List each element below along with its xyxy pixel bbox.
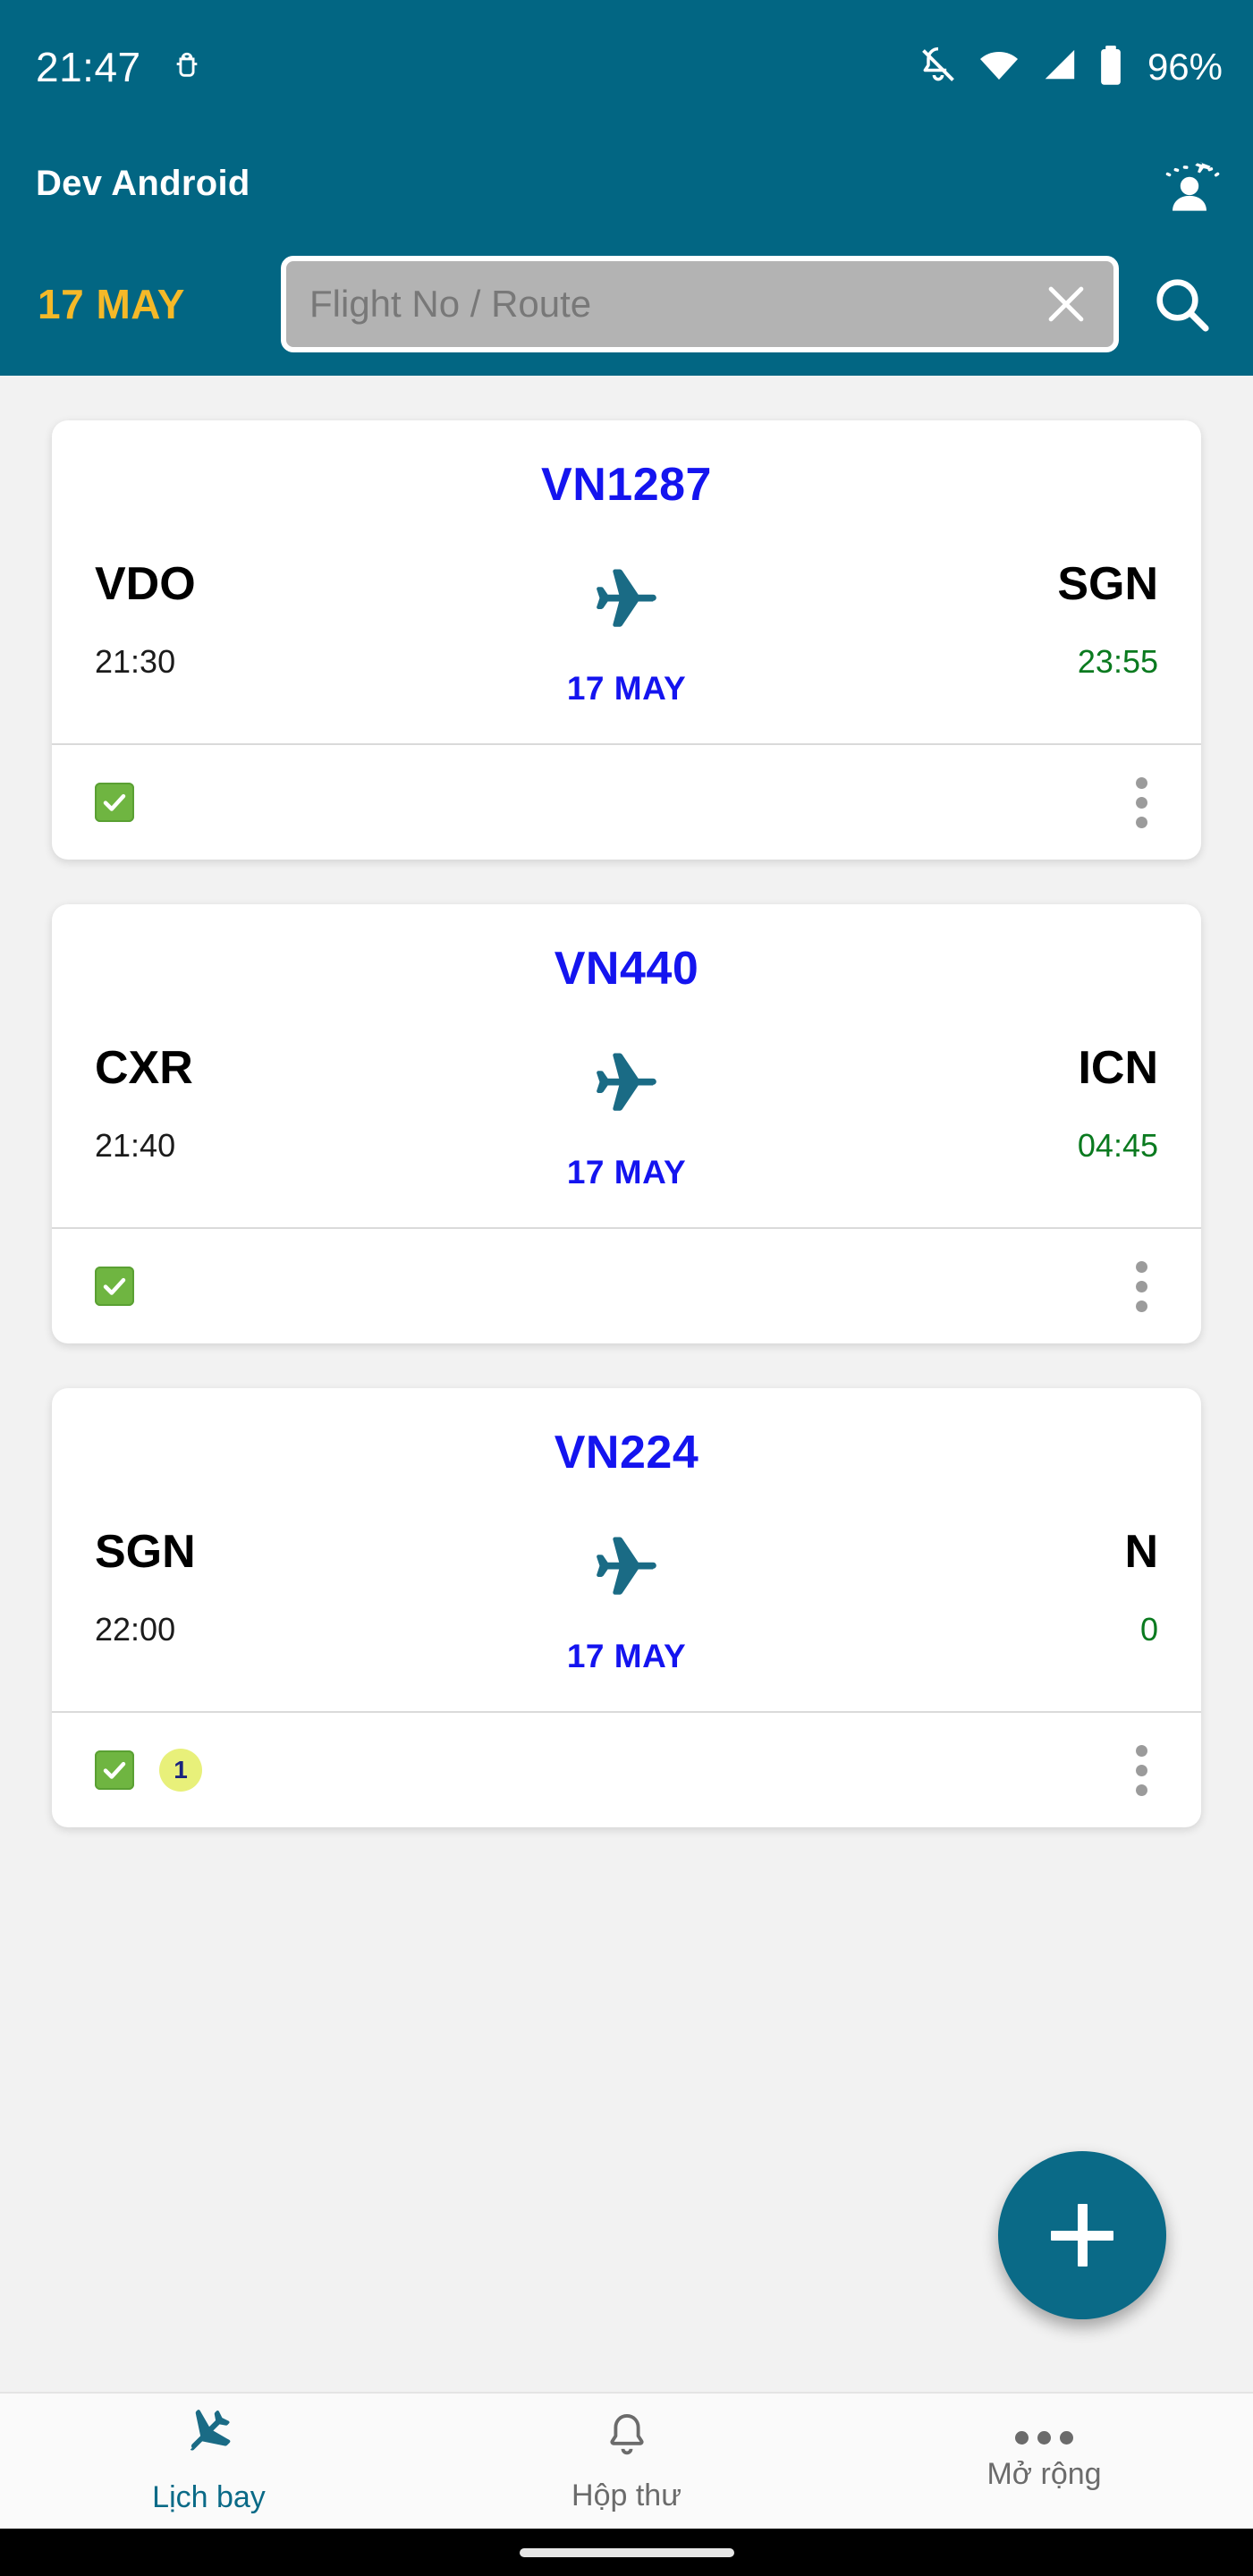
overflow-menu-icon[interactable] <box>1125 1734 1158 1807</box>
nav-item-flights[interactable]: Lịch bay <box>0 2394 418 2529</box>
check-mark-icon[interactable] <box>95 783 134 822</box>
check-mark-icon[interactable] <box>95 1750 134 1790</box>
departure-block: CXR 21:40 <box>95 1044 520 1165</box>
arrival-time: 04:45 <box>1077 1126 1158 1164</box>
arrival-time: 23:55 <box>1077 642 1158 680</box>
origin-code: VDO <box>95 558 196 610</box>
flight-card-body: VN1287 VDO 21:30 17 MAY SGN 23:55 <box>52 420 1201 743</box>
flight-card-body: VN224 SGN 22:00 17 MAY N 0 <box>52 1388 1201 1711</box>
flight-route: VDO 21:30 17 MAY SGN 23:55 <box>95 560 1158 708</box>
nav-item-label: Hộp thư <box>571 2478 682 2512</box>
overflow-menu-icon[interactable] <box>1125 1250 1158 1323</box>
flight-card[interactable]: VN440 CXR 21:40 17 MAY ICN 04:45 <box>52 904 1201 1343</box>
close-icon[interactable] <box>1038 276 1094 332</box>
footer-status-group <box>95 1267 134 1306</box>
flight-date: 17 MAY <box>566 1638 687 1674</box>
check-mark-icon[interactable] <box>95 1267 134 1306</box>
arrival-block: SGN 23:55 <box>734 558 1158 681</box>
status-bar-left: 21:47 <box>36 43 202 91</box>
airplane-icon <box>182 2408 237 2468</box>
departure-time: 21:40 <box>95 1126 176 1164</box>
app-bar-search-row: 17 MAY <box>36 233 1223 376</box>
add-flight-fab[interactable] <box>998 2151 1166 2319</box>
nav-item-more[interactable]: Mở rộng <box>835 2394 1253 2529</box>
flight-middle-block: 17 MAY <box>520 1528 734 1675</box>
app-title: Dev Android <box>36 163 250 203</box>
footer-status-group <box>95 783 134 822</box>
more-horizontal-icon <box>1015 2430 1073 2445</box>
search-field-container[interactable] <box>281 256 1119 352</box>
origin-code: CXR <box>95 1042 193 1094</box>
arrival-block: N0 <box>734 1526 1158 1648</box>
flight-number: VN224 <box>554 1427 699 1479</box>
destination-code: N <box>1124 1526 1158 1578</box>
search-icon[interactable] <box>1140 263 1223 345</box>
flight-date: 17 MAY <box>566 1154 687 1191</box>
airplane-icon <box>592 562 662 636</box>
flight-number: VN440 <box>554 943 699 995</box>
flight-middle-block: 17 MAY <box>520 560 734 708</box>
flight-card[interactable]: VN1287 VDO 21:30 17 MAY SGN 23:55 <box>52 420 1201 860</box>
gesture-pill[interactable] <box>519 2547 734 2557</box>
system-gesture-bar <box>0 2529 1253 2576</box>
flight-card[interactable]: VN224 SGN 22:00 17 MAY N 0 1 <box>52 1388 1201 1827</box>
footer-status-group: 1 <box>95 1749 202 1792</box>
plus-icon-vertical <box>1077 2204 1088 2267</box>
departure-time: 22:00 <box>95 1610 176 1648</box>
android-debug-icon <box>172 47 202 88</box>
airplane-icon <box>592 1046 662 1120</box>
bottom-navigation: Lịch bay Hộp thư Mở rộng <box>0 2392 1253 2529</box>
arrival-block: ICN 04:45 <box>734 1042 1158 1165</box>
crew-profile-icon[interactable] <box>1156 150 1223 216</box>
battery-icon <box>1097 45 1124 90</box>
flight-card-body: VN440 CXR 21:40 17 MAY ICN 04:45 <box>52 904 1201 1227</box>
selected-date-label[interactable]: 17 MAY <box>36 280 268 328</box>
battery-percentage: 96% <box>1147 46 1223 88</box>
departure-block: VDO 21:30 <box>95 560 520 681</box>
flight-date: 17 MAY <box>566 670 687 707</box>
status-badge: 1 <box>159 1749 202 1792</box>
airplane-icon <box>592 1530 662 1604</box>
search-input[interactable] <box>309 283 1038 326</box>
flight-middle-block: 17 MAY <box>520 1044 734 1191</box>
destination-code: SGN <box>1057 558 1158 610</box>
nav-item-label: Mở rộng <box>986 2456 1102 2491</box>
origin-code: SGN <box>95 1526 196 1578</box>
nav-item-label: Lịch bay <box>152 2479 266 2514</box>
flight-card-footer <box>52 743 1201 860</box>
cellular-signal-icon <box>1040 47 1078 88</box>
flight-card-footer <box>52 1227 1201 1343</box>
wifi-icon <box>978 47 1020 88</box>
app-bar: Dev Android 17 MAY <box>0 134 1253 376</box>
arrival-time: 0 <box>1139 1610 1158 1648</box>
status-bar: 21:47 96% <box>0 0 1253 134</box>
flight-number: VN1287 <box>541 459 712 511</box>
flight-list[interactable]: VN1287 VDO 21:30 17 MAY SGN 23:55 VN440 CXR 21:4… <box>0 376 1253 2439</box>
departure-block: SGN 22:00 <box>95 1528 520 1648</box>
flight-card-footer: 1 <box>52 1711 1201 1827</box>
nav-item-inbox[interactable]: Hộp thư <box>418 2394 835 2529</box>
bell-icon <box>603 2410 651 2466</box>
overflow-menu-icon[interactable] <box>1125 767 1158 839</box>
app-bar-title-row: Dev Android <box>36 134 1223 233</box>
notifications-off-icon <box>919 46 958 89</box>
status-bar-right: 96% <box>919 45 1223 90</box>
status-clock: 21:47 <box>36 44 141 90</box>
departure-time: 21:30 <box>95 642 176 680</box>
destination-code: ICN <box>1078 1042 1158 1094</box>
flight-route: CXR 21:40 17 MAY ICN 04:45 <box>95 1044 1158 1191</box>
flight-route: SGN 22:00 17 MAY N 0 <box>95 1528 1158 1675</box>
